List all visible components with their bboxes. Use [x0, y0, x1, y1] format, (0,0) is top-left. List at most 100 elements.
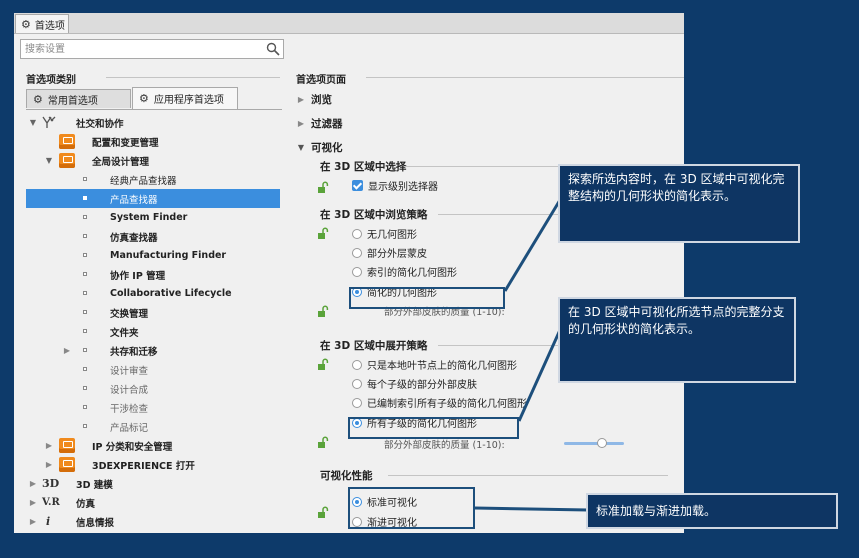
slider-track[interactable] [564, 442, 624, 445]
browse-option-indexed-simplified[interactable]: 索引的简化几何图形 [352, 264, 457, 279]
tree-item-information-intelligence[interactable]: ▶ i 信息情报 [26, 512, 280, 531]
radio-button[interactable] [352, 378, 362, 389]
category-tree: ▼ 社交和协作 配置和变更管理 ▼ 全局设计管理 经典产品查找器 产品查找器 S… [20, 112, 286, 533]
search-box[interactable] [20, 39, 284, 59]
highlight-browse-simplified [349, 287, 505, 309]
tree-item-label: 产品查找器 [110, 194, 158, 206]
search-icon[interactable] [266, 42, 280, 56]
app-icon [59, 438, 75, 453]
unlock-icon[interactable] [316, 506, 330, 519]
tree-item-product-finder[interactable]: 产品查找器 [26, 189, 280, 208]
tree-item-label: Manufacturing Finder [110, 250, 227, 261]
tree-item-social-collaboration[interactable]: ▼ 社交和协作 [26, 113, 280, 132]
tree-item-design-synthesis[interactable]: 设计合成 [26, 379, 280, 398]
section-visualization[interactable]: ▼ 可视化 [296, 140, 343, 155]
chevron-down-icon[interactable]: ▼ [44, 156, 54, 165]
tree-item-simulation-finder[interactable]: 仿真查找器 [26, 227, 280, 246]
callout-browse-strategy: 探索所选内容时，在 3D 区域中可视化完整结构的几何形状的简化表示。 [558, 164, 800, 243]
chevron-down-icon[interactable]: ▼ [296, 143, 306, 152]
tree-item-label: 配置和变更管理 [92, 137, 159, 149]
search-input[interactable] [25, 42, 261, 57]
gear-icon: ⚙ [21, 17, 31, 31]
callout-expand-strategy: 在 3D 区域中可视化所选节点的完整分支的几何形状的简化表示。 [558, 297, 796, 383]
tree-item-simulation[interactable]: ▶ V.R 仿真 [26, 493, 280, 512]
tree-item-exchange-mgmt[interactable]: 交换管理 [26, 303, 280, 322]
quality-label: 部分外部皮肤的质量 (1-10): [384, 440, 505, 451]
group-title: 在 3D 区域中选择 [320, 161, 407, 173]
chevron-down-icon[interactable]: ▼ [28, 118, 38, 127]
preferences-window: ⚙ 首选项 首选项类别 ⚙ 常用首选项 ⚙ 应用程序首选项 ▼ [14, 13, 684, 533]
tree-item-label: 全局设计管理 [92, 156, 150, 168]
tree-item-label: Collaborative Lifecycle [110, 288, 232, 299]
tree-item-label: 设计合成 [110, 384, 149, 396]
show-level-selector-checkbox[interactable] [352, 180, 363, 191]
browse-option-partial-skin[interactable]: 部分外层蒙皮 [352, 245, 427, 260]
chevron-right-icon[interactable]: ▶ [28, 517, 38, 526]
bullet [83, 253, 87, 257]
tree-item-collab-ip-mgmt[interactable]: 协作 IP 管理 [26, 265, 280, 284]
chevron-right-icon[interactable]: ▶ [44, 441, 54, 450]
browse-option-no-geometry[interactable]: 无几何图形 [352, 226, 417, 241]
radio-button[interactable] [352, 359, 362, 370]
quality-slider[interactable] [564, 436, 624, 450]
tree-item-config-change-mgmt[interactable]: 配置和变更管理 [26, 132, 280, 151]
tree-item-manufacturing-finder[interactable]: Manufacturing Finder [26, 246, 280, 265]
option-label: 只是本地叶节点上的简化几何图形 [367, 361, 517, 372]
expand-option-partial-skin[interactable]: 每个子级的部分外部皮肤 [352, 376, 477, 391]
expand-option-indexed-all[interactable]: 已编制索引所有子级的简化几何图形 [352, 395, 527, 410]
divider [366, 77, 684, 78]
category-tabs: ⚙ 常用首选项 ⚙ 应用程序首选项 [26, 87, 282, 110]
tab-application-preferences[interactable]: ⚙ 应用程序首选项 [132, 87, 238, 109]
unlock-icon[interactable] [316, 358, 330, 371]
bullet [83, 177, 87, 181]
chevron-right-icon[interactable]: ▶ [28, 498, 38, 507]
tree-item-product-markup[interactable]: 产品标记 [26, 417, 280, 436]
section-label: 过滤器 [311, 118, 343, 130]
gear-icon: ⚙ [139, 92, 149, 105]
tree-item-system-finder[interactable]: System Finder [26, 208, 280, 227]
tree-item-label: 信息情报 [76, 517, 115, 529]
divider [106, 77, 280, 78]
unlock-icon[interactable] [316, 305, 330, 318]
chevron-right-icon[interactable]: ▶ [296, 119, 306, 128]
tree-item-3dexperience-open[interactable]: ▶ 3DEXPERIENCE 打开 [26, 455, 280, 474]
tree-item-collaborative-lifecycle[interactable]: Collaborative Lifecycle [26, 284, 280, 303]
chevron-right-icon[interactable]: ▶ [28, 479, 38, 488]
tree-item-label: 干涉检查 [110, 403, 149, 415]
radio-button[interactable] [352, 228, 362, 239]
tree-item-label: 社交和协作 [76, 118, 124, 130]
show-level-selector-option[interactable]: 显示级别选择器 [352, 178, 438, 193]
tree-item-clash-check[interactable]: 干涉检查 [26, 398, 280, 417]
window-tab-preferences[interactable]: ⚙ 首选项 [15, 14, 69, 33]
tree-item-folder[interactable]: 文件夹 [26, 322, 280, 341]
group-title: 在 3D 区域中浏览策略 [320, 209, 428, 221]
chevron-right-icon[interactable]: ▶ [296, 95, 306, 104]
tree-item-label: 仿真查找器 [110, 232, 158, 244]
unlock-icon[interactable] [316, 181, 330, 194]
tab-label: 应用程序首选项 [153, 95, 224, 106]
radio-button[interactable] [352, 266, 362, 277]
tree-item-label: 设计审查 [110, 365, 149, 377]
chevron-right-icon[interactable]: ▶ [44, 460, 54, 469]
preferences-page-title: 首选项页面 [296, 75, 346, 86]
section-browse[interactable]: ▶ 浏览 [296, 92, 332, 107]
tree-item-3d-modeling[interactable]: ▶ 3D 3D 建模 [26, 474, 280, 493]
bullet [83, 215, 87, 219]
section-filter[interactable]: ▶ 过滤器 [296, 116, 343, 131]
expand-option-local-leaf[interactable]: 只是本地叶节点上的简化几何图形 [352, 357, 517, 372]
tree-item-ip-classification[interactable]: ▶ IP 分类和安全管理 [26, 436, 280, 455]
highlight-perf-options [348, 487, 475, 529]
tree-item-classic-product-finder[interactable]: 经典产品查找器 [26, 170, 280, 189]
tab-common-preferences[interactable]: ⚙ 常用首选项 [26, 89, 131, 108]
slider-thumb[interactable] [597, 438, 607, 448]
tree-item-global-design-mgmt[interactable]: ▼ 全局设计管理 [26, 151, 280, 170]
social-collaboration-icon [42, 116, 56, 128]
chevron-right-icon[interactable]: ▶ [62, 346, 72, 355]
bullet [83, 367, 87, 371]
radio-button[interactable] [352, 247, 362, 258]
tree-item-design-review[interactable]: 设计审查 [26, 360, 280, 379]
tree-item-coexistence-migration[interactable]: ▶ 共存和迁移 [26, 341, 280, 360]
unlock-icon[interactable] [316, 227, 330, 240]
unlock-icon[interactable] [316, 436, 330, 449]
radio-button[interactable] [352, 397, 362, 408]
